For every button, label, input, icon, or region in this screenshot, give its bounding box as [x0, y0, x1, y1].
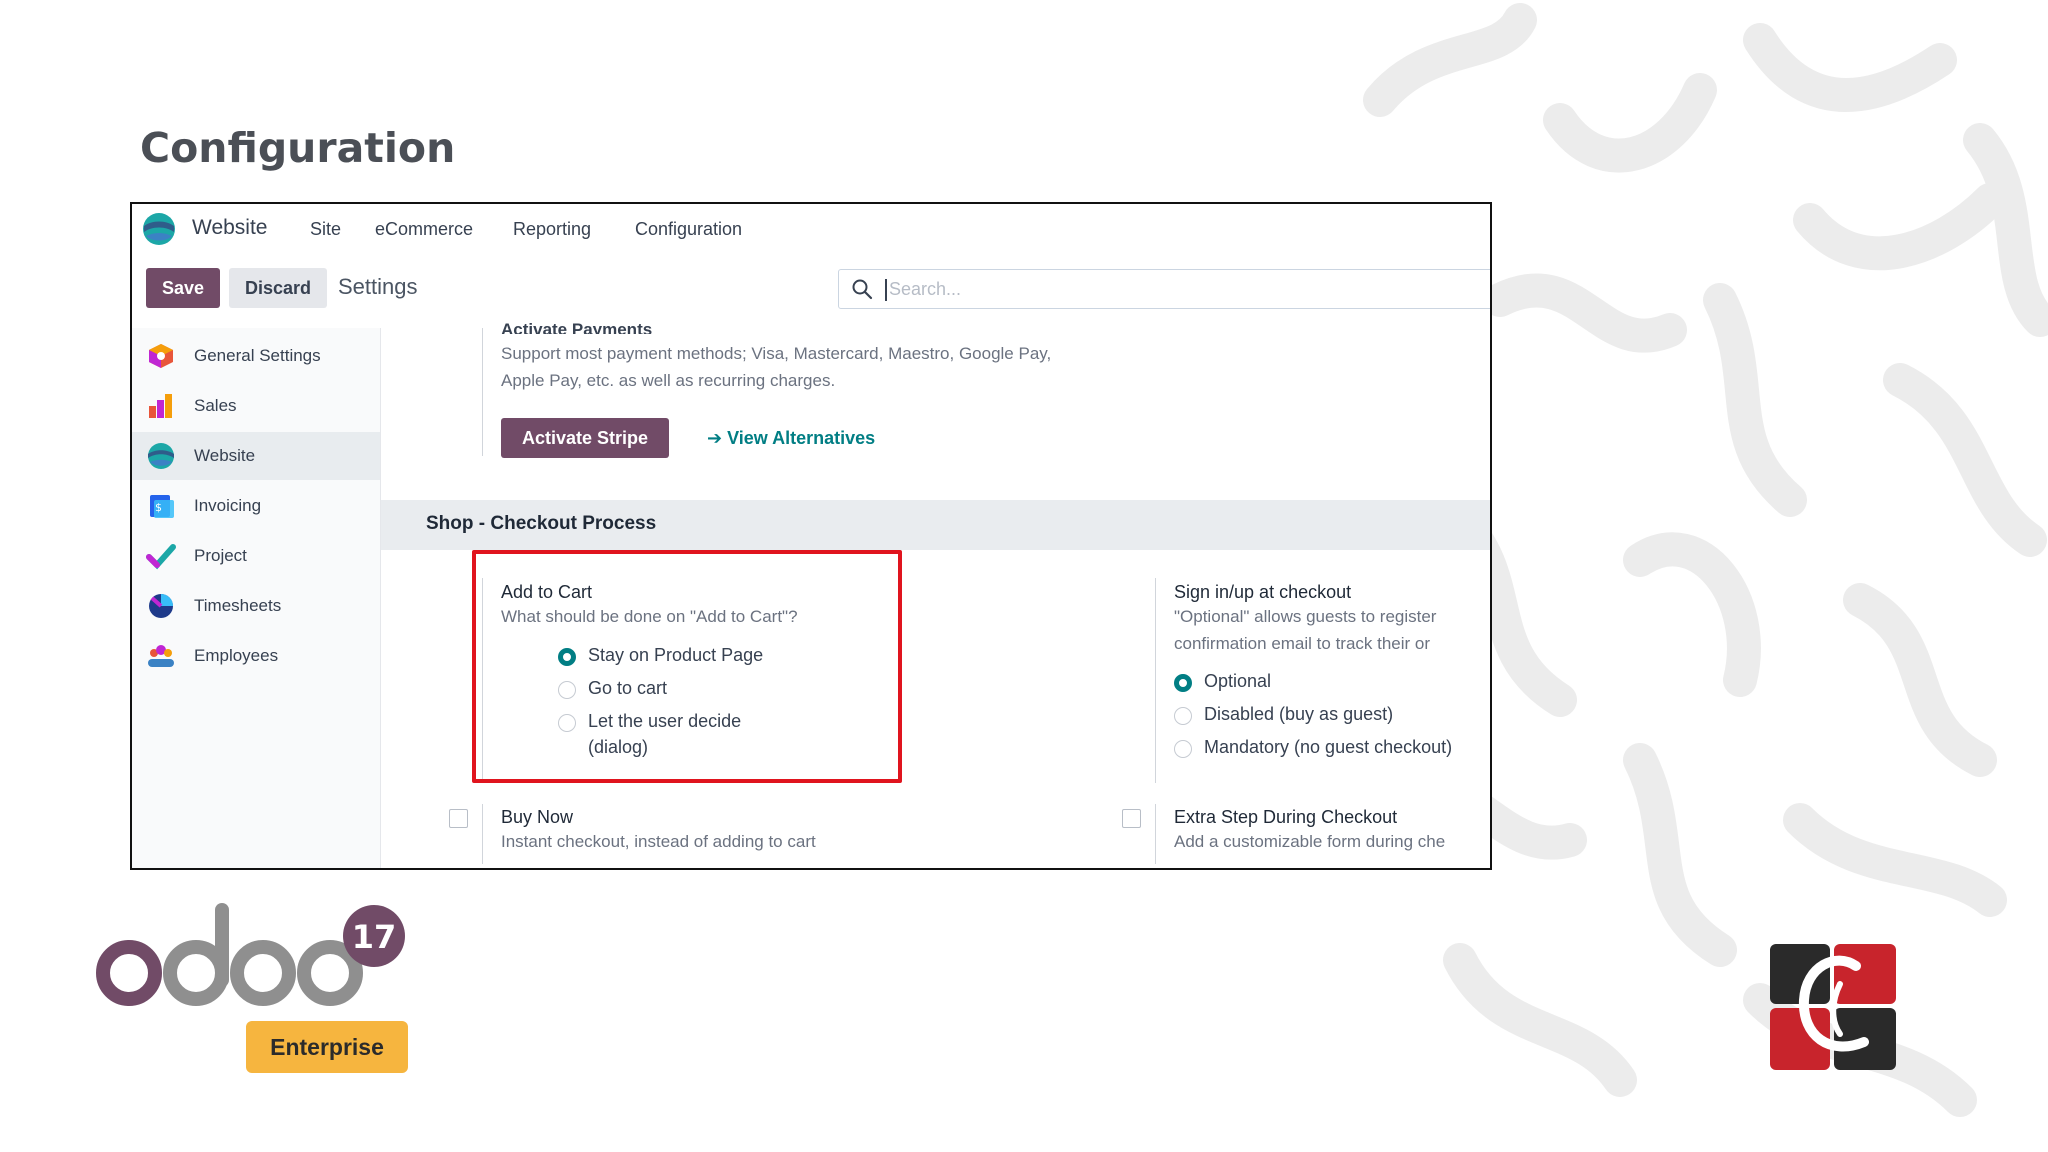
slide-title: Configuration — [140, 124, 456, 172]
control-panel: Save Discard Settings Search... — [132, 260, 1490, 316]
activate-payments-title: Activate Payments — [501, 320, 653, 334]
timesheets-icon — [149, 594, 173, 618]
text-caret — [885, 279, 887, 301]
invoicing-icon: $ — [150, 495, 174, 518]
company-logo — [1770, 944, 1896, 1070]
save-button[interactable]: Save — [146, 268, 220, 308]
radio-label[interactable]: Optional — [1204, 671, 1271, 692]
menu-ecommerce[interactable]: eCommerce — [375, 219, 473, 240]
general-settings-icon — [149, 344, 173, 368]
discard-button[interactable]: Discard — [229, 268, 327, 308]
extra-step-description: Add a customizable form during che — [1174, 832, 1446, 851]
setting-divider — [1155, 804, 1156, 864]
website-icon — [148, 443, 174, 469]
radio-disabled[interactable] — [1174, 707, 1192, 725]
setting-divider — [482, 804, 483, 864]
top-navbar: Website Site eCommerce Reporting Configu… — [132, 204, 1490, 254]
payments-description: Support most payment methods; Visa, Mast… — [501, 344, 1052, 390]
sign-in-title: Sign in/up at checkout — [1174, 582, 1352, 602]
employees-icon — [148, 645, 174, 667]
project-icon — [146, 544, 176, 570]
sidebar-item-label: Invoicing — [194, 496, 262, 515]
search-input[interactable]: Search... — [838, 269, 1490, 309]
app-name[interactable]: Website — [192, 216, 267, 240]
buy-now-title: Buy Now — [501, 807, 574, 827]
sidebar-item-label: Sales — [194, 396, 237, 415]
arrow-right-icon: ➔ — [707, 428, 723, 448]
enterprise-badge: Enterprise — [246, 1021, 408, 1073]
activate-stripe-button[interactable]: Activate Stripe — [501, 418, 669, 458]
extra-step-checkbox[interactable] — [1122, 809, 1141, 828]
section-title: Shop - Checkout Process — [426, 513, 657, 534]
sidebar-item-label: General Settings — [194, 346, 321, 365]
section-header: Shop - Checkout Process — [381, 500, 1490, 550]
sidebar-item-sales[interactable]: Sales — [132, 382, 380, 430]
buy-now-checkbox[interactable] — [449, 809, 468, 828]
radio-mandatory[interactable] — [1174, 740, 1192, 758]
sidebar-item-label: Website — [194, 446, 256, 465]
radio-label[interactable]: Disabled (buy as guest) — [1204, 704, 1393, 725]
highlight-box — [472, 550, 902, 783]
sign-in-description-2: confirmation email to track their or — [1174, 634, 1431, 653]
setting-divider — [482, 328, 483, 456]
sidebar-item-timesheets[interactable]: Timesheets — [132, 582, 380, 630]
breadcrumb-settings: Settings — [338, 274, 418, 299]
website-app-icon[interactable] — [142, 212, 176, 246]
sidebar-item-website[interactable]: Website — [132, 432, 380, 480]
menu-reporting[interactable]: Reporting — [513, 219, 591, 240]
sidebar-item-employees[interactable]: Employees — [132, 632, 380, 680]
sidebar-item-project[interactable]: Project — [132, 532, 380, 580]
sidebar-item-general-settings[interactable]: General Settings — [132, 332, 380, 380]
sign-in-description-1: "Optional" allows guests to register — [1174, 607, 1437, 626]
sidebar-item-invoicing[interactable]: $ Invoicing — [132, 482, 380, 530]
svg-text:$: $ — [155, 501, 162, 514]
search-placeholder: Search... — [889, 279, 962, 299]
settings-sidebar: General Settings Sales Website $ Invoici… — [132, 328, 381, 868]
extra-step-title: Extra Step During Checkout — [1174, 807, 1398, 827]
menu-configuration[interactable]: Configuration — [635, 219, 742, 240]
view-alternatives-label: View Alternatives — [727, 428, 876, 448]
radio-label[interactable]: Mandatory (no guest checkout) — [1204, 737, 1452, 758]
search-icon — [852, 279, 873, 300]
view-alternatives-link[interactable]: ➔ View Alternatives — [707, 428, 875, 449]
sales-icon — [149, 394, 172, 418]
radio-optional[interactable] — [1174, 674, 1192, 692]
version-badge: 17 — [352, 918, 397, 956]
buy-now-description: Instant checkout, instead of adding to c… — [501, 832, 816, 851]
setting-divider — [1155, 578, 1156, 783]
sidebar-item-label: Project — [194, 546, 247, 565]
sidebar-item-label: Timesheets — [194, 596, 282, 615]
menu-site[interactable]: Site — [310, 219, 341, 240]
sidebar-item-label: Employees — [194, 646, 279, 665]
